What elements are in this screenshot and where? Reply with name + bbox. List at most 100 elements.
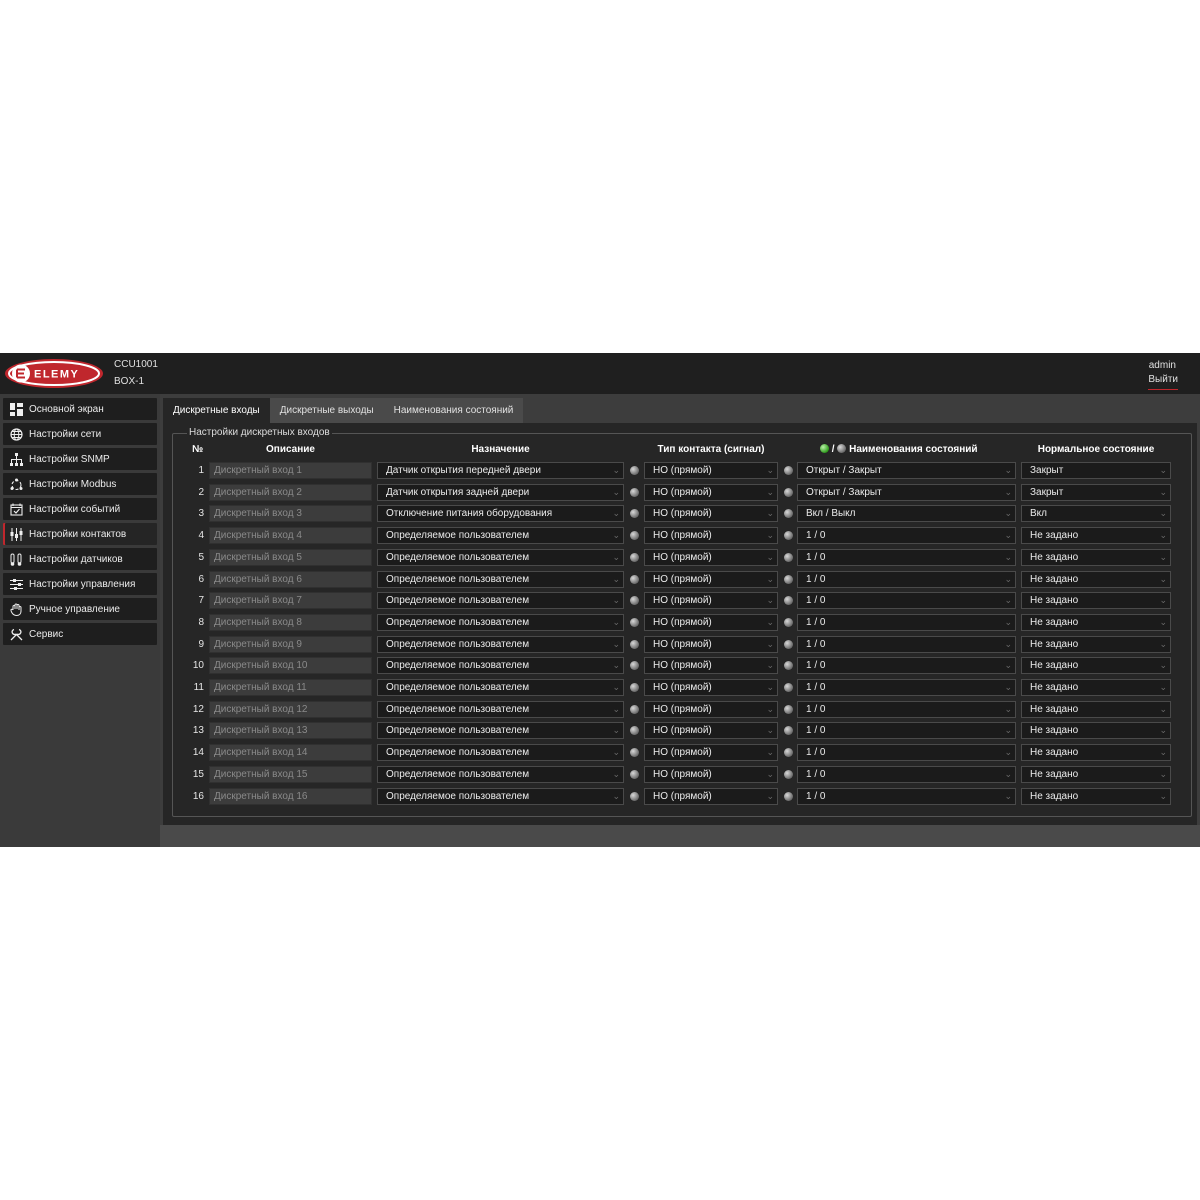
contact-type-select[interactable]: НО (прямой) ⌄	[644, 548, 778, 566]
sidebar-item-service[interactable]: Сервис	[3, 623, 157, 645]
description-input[interactable]: Дискретный вход 12	[209, 700, 372, 718]
normal-state-select[interactable]: Не задано ⌄	[1021, 635, 1171, 653]
description-input[interactable]: Дискретный вход 3	[209, 505, 372, 523]
purpose-select[interactable]: Определяемое пользователем ⌄	[377, 548, 624, 566]
tab-discrete-inputs[interactable]: Дискретные входы	[163, 398, 270, 423]
contact-type-select[interactable]: НО (прямой) ⌄	[644, 700, 778, 718]
normal-state-select[interactable]: Не задано ⌄	[1021, 722, 1171, 740]
chevron-down-icon: ⌄	[1159, 725, 1167, 736]
state-names-select[interactable]: 1 / 0 ⌄	[797, 722, 1016, 740]
state-names-select[interactable]: 1 / 0 ⌄	[797, 787, 1016, 805]
normal-state-select[interactable]: Не задано ⌄	[1021, 592, 1171, 610]
normal-state-select[interactable]: Закрыт ⌄	[1021, 462, 1171, 479]
normal-state-select[interactable]: Не задано ⌄	[1021, 744, 1171, 762]
contact-type-select[interactable]: НО (прямой) ⌄	[644, 527, 778, 545]
sidebar-item-control[interactable]: Настройки управления	[3, 573, 157, 595]
description-input[interactable]: Дискретный вход 10	[209, 657, 372, 675]
sidebar-item-snmp[interactable]: Настройки SNMP	[3, 448, 157, 470]
sidebar-item-modbus[interactable]: Настройки Modbus	[3, 473, 157, 495]
normal-state-select[interactable]: Не задано ⌄	[1021, 570, 1171, 588]
purpose-select[interactable]: Определяемое пользователем ⌄	[377, 592, 624, 610]
normal-state-select[interactable]: Не задано ⌄	[1021, 765, 1171, 783]
description-input[interactable]: Дискретный вход 9	[209, 635, 372, 653]
contact-type-select[interactable]: НО (прямой) ⌄	[644, 505, 778, 523]
contact-type-select[interactable]: НО (прямой) ⌄	[644, 592, 778, 610]
description-input[interactable]: Дискретный вход 11	[209, 679, 372, 696]
purpose-select[interactable]: Определяемое пользователем ⌄	[377, 635, 624, 653]
normal-state-select[interactable]: Не задано ⌄	[1021, 613, 1171, 631]
state-names-select[interactable]: Вкл / Выкл ⌄	[797, 505, 1016, 523]
purpose-select[interactable]: Определяемое пользователем ⌄	[377, 787, 624, 805]
purpose-select[interactable]: Датчик открытия задней двери ⌄	[377, 483, 624, 501]
contact-type-select[interactable]: НО (прямой) ⌄	[644, 787, 778, 805]
purpose-select[interactable]: Определяемое пользователем ⌄	[377, 722, 624, 740]
logout-link[interactable]: Выйти	[1148, 374, 1178, 390]
description-input[interactable]: Дискретный вход 4	[209, 527, 372, 545]
description-input[interactable]: Дискретный вход 6	[209, 570, 372, 588]
contact-type-select[interactable]: НО (прямой) ⌄	[644, 679, 778, 696]
description-input[interactable]: Дискретный вход 8	[209, 613, 372, 631]
purpose-select[interactable]: Определяемое пользователем ⌄	[377, 570, 624, 588]
description-input[interactable]: Дискретный вход 1	[209, 462, 372, 479]
contact-type-select[interactable]: НО (прямой) ⌄	[644, 635, 778, 653]
description-input[interactable]: Дискретный вход 15	[209, 765, 372, 783]
normal-state-select[interactable]: Не задано ⌄	[1021, 527, 1171, 545]
contact-type-select[interactable]: НО (прямой) ⌄	[644, 613, 778, 631]
state-names-select[interactable]: Открыт / Закрыт ⌄	[797, 483, 1016, 501]
state-names-select[interactable]: 1 / 0 ⌄	[797, 700, 1016, 718]
contact-type-select[interactable]: НО (прямой) ⌄	[644, 483, 778, 501]
normal-state-select[interactable]: Вкл ⌄	[1021, 505, 1171, 523]
purpose-select[interactable]: Определяемое пользователем ⌄	[377, 527, 624, 545]
purpose-select[interactable]: Определяемое пользователем ⌄	[377, 679, 624, 696]
normal-state-select[interactable]: Не задано ⌄	[1021, 700, 1171, 718]
normal-state-select[interactable]: Не задано ⌄	[1021, 679, 1171, 696]
state-names-select[interactable]: 1 / 0 ⌄	[797, 679, 1016, 696]
contact-type-select[interactable]: НО (прямой) ⌄	[644, 570, 778, 588]
purpose-select[interactable]: Отключение питания оборудования ⌄	[377, 505, 624, 523]
normal-state-select[interactable]: Не задано ⌄	[1021, 787, 1171, 805]
purpose-select[interactable]: Определяемое пользователем ⌄	[377, 613, 624, 631]
purpose-select[interactable]: Определяемое пользователем ⌄	[377, 744, 624, 762]
contact-type-select[interactable]: НО (прямой) ⌄	[644, 462, 778, 479]
sidebar-item-label: Настройки датчиков	[29, 553, 123, 565]
row-number: 12	[192, 703, 204, 715]
normal-state-value: Не задано	[1030, 573, 1079, 585]
description-input[interactable]: Дискретный вход 13	[209, 722, 372, 740]
description-input[interactable]: Дискретный вход 16	[209, 787, 372, 805]
purpose-select[interactable]: Определяемое пользователем ⌄	[377, 657, 624, 675]
normal-state-select[interactable]: Не задано ⌄	[1021, 548, 1171, 566]
normal-state-select[interactable]: Не задано ⌄	[1021, 657, 1171, 675]
description-input[interactable]: Дискретный вход 7	[209, 592, 372, 610]
tab-state-names[interactable]: Наименования состояний	[383, 398, 524, 423]
sidebar-item-network[interactable]: Настройки сети	[3, 423, 157, 445]
purpose-select[interactable]: Датчик открытия передней двери ⌄	[377, 462, 624, 479]
state-names-select[interactable]: Открыт / Закрыт ⌄	[797, 462, 1016, 479]
description-input[interactable]: Дискретный вход 5	[209, 548, 372, 566]
contact-type-select[interactable]: НО (прямой) ⌄	[644, 744, 778, 762]
sidebar-item-main-screen[interactable]: Основной экран	[3, 398, 157, 420]
purpose-select[interactable]: Определяемое пользователем ⌄	[377, 765, 624, 783]
state-names-select[interactable]: 1 / 0 ⌄	[797, 635, 1016, 653]
state-names-select[interactable]: 1 / 0 ⌄	[797, 570, 1016, 588]
state-names-select[interactable]: 1 / 0 ⌄	[797, 657, 1016, 675]
state-names-select[interactable]: 1 / 0 ⌄	[797, 744, 1016, 762]
sidebar-item-contacts[interactable]: Настройки контактов	[3, 523, 157, 545]
normal-state-select[interactable]: Закрыт ⌄	[1021, 483, 1171, 501]
purpose-select[interactable]: Определяемое пользователем ⌄	[377, 700, 624, 718]
description-input[interactable]: Дискретный вход 2	[209, 483, 372, 501]
contact-type-select[interactable]: НО (прямой) ⌄	[644, 657, 778, 675]
contact-type-select[interactable]: НО (прямой) ⌄	[644, 722, 778, 740]
state-names-select[interactable]: 1 / 0 ⌄	[797, 592, 1016, 610]
state-names-select[interactable]: 1 / 0 ⌄	[797, 613, 1016, 631]
description-input[interactable]: Дискретный вход 14	[209, 744, 372, 762]
state-names-select[interactable]: 1 / 0 ⌄	[797, 765, 1016, 783]
sidebar-item-sensors[interactable]: Настройки датчиков	[3, 548, 157, 570]
signal-led-icon	[630, 769, 639, 779]
signal-led-icon	[630, 791, 639, 801]
state-names-select[interactable]: 1 / 0 ⌄	[797, 548, 1016, 566]
sidebar-item-manual-control[interactable]: Ручное управление	[3, 598, 157, 620]
sidebar-item-events[interactable]: Настройки событий	[3, 498, 157, 520]
contact-type-select[interactable]: НО (прямой) ⌄	[644, 765, 778, 783]
tab-discrete-outputs[interactable]: Дискретные выходы	[269, 398, 384, 423]
state-names-select[interactable]: 1 / 0 ⌄	[797, 527, 1016, 545]
